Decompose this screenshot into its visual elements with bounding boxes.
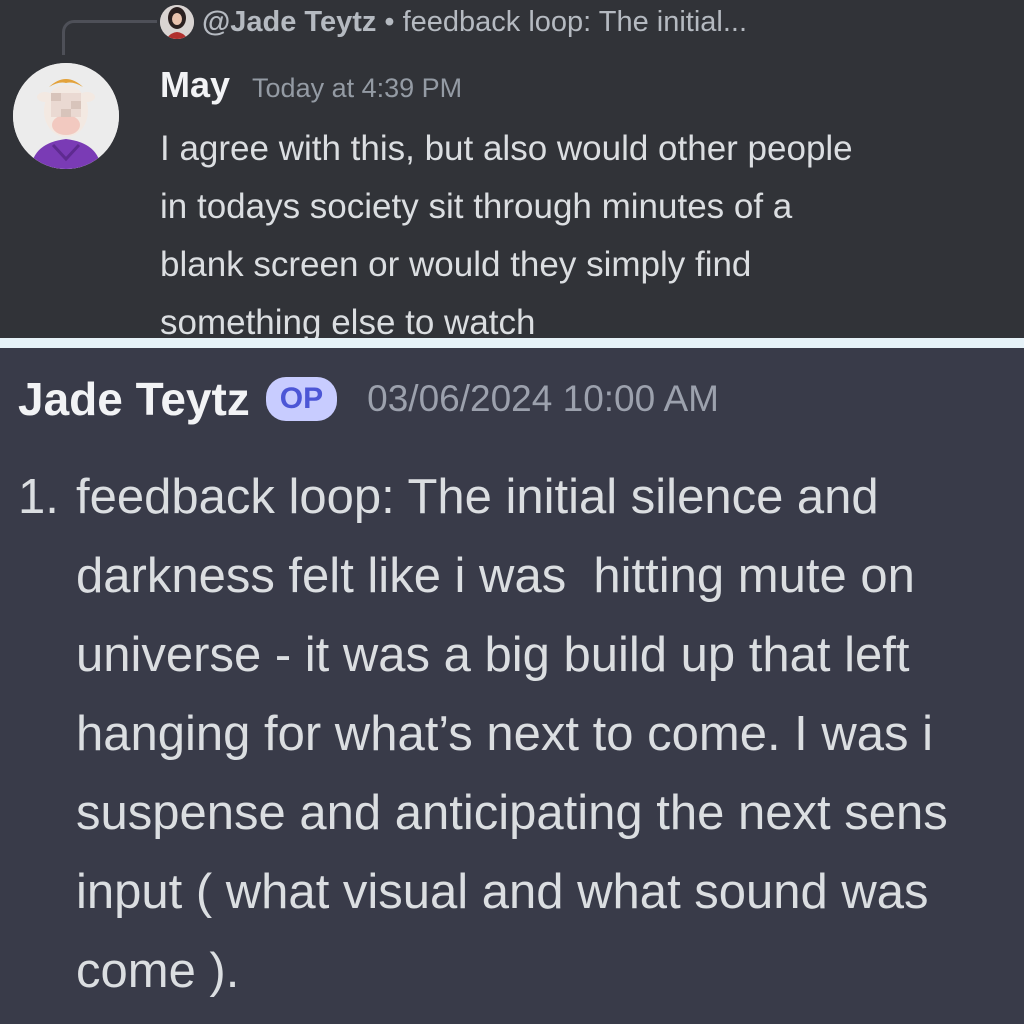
message-line: universe - it was a big build up that le…	[76, 628, 910, 682]
list-number: 1.	[18, 470, 59, 524]
reply-preview-text[interactable]: feedback loop: The initial...	[403, 6, 747, 39]
reply-separator: •	[384, 5, 395, 38]
reply-reference[interactable]: @Jade Teytz • feedback loop: The initial…	[160, 0, 747, 44]
message-timestamp[interactable]: Today at 4:39 PM	[252, 73, 462, 104]
reply-message: @Jade Teytz • feedback loop: The initial…	[0, 0, 1024, 338]
message-timestamp[interactable]: 03/06/2024 10:00 AM	[367, 378, 719, 420]
author-name[interactable]: May	[160, 64, 230, 106]
message-line: suspense and anticipating the next sens	[76, 786, 948, 840]
reply-username[interactable]: @Jade Teytz	[202, 6, 376, 39]
screenshot-divider	[0, 338, 1024, 348]
message-line: I agree with this, but also would other …	[160, 129, 853, 168]
message-line: something else to watch	[160, 303, 536, 338]
reply-avatar-icon[interactable]	[160, 5, 194, 39]
cow-avatar-icon[interactable]	[13, 63, 119, 169]
message-line: feedback loop: The initial silence and	[76, 470, 879, 524]
op-badge: OP	[265, 377, 338, 421]
author-name[interactable]: Jade Teytz	[18, 372, 250, 426]
message-line: input ( what visual and what sound was	[76, 865, 929, 919]
message-line: hanging for what’s next to come. I was i	[76, 707, 934, 761]
message-content: I agree with this, but also would other …	[160, 120, 1000, 338]
message-line: in todays society sit through minutes of…	[160, 187, 793, 226]
original-post-message: Jade Teytz OP 03/06/2024 10:00 AM 1. fee…	[0, 348, 1024, 1024]
message-header: Jade Teytz OP 03/06/2024 10:00 AM	[18, 372, 719, 426]
message-line: darkness felt like i was hitting mute on	[76, 549, 915, 603]
message-line: blank screen or would they simply find	[160, 245, 752, 284]
message-header: May Today at 4:39 PM	[160, 64, 462, 106]
list-item-content: feedback loop: The initial silence and d…	[76, 458, 948, 1011]
reply-connector-line	[62, 20, 157, 55]
message-line: come ).	[76, 944, 240, 998]
